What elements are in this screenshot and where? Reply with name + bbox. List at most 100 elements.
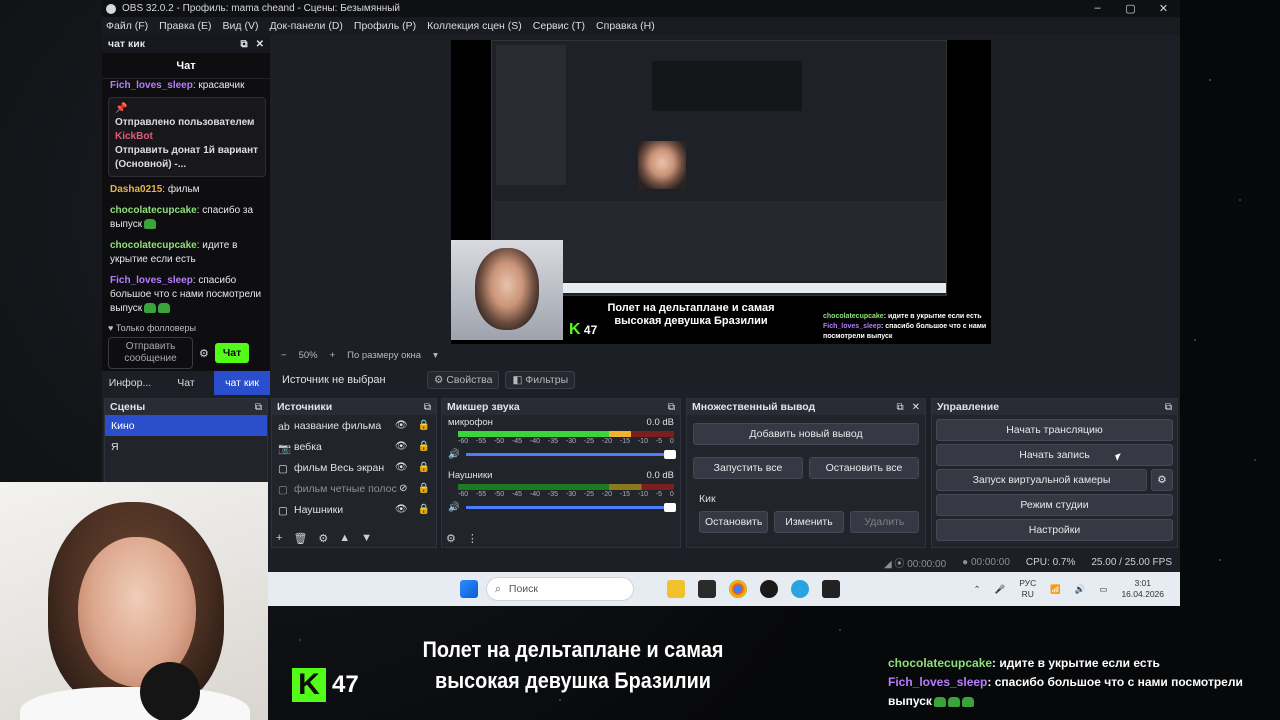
menu-view[interactable]: Вид (V) bbox=[223, 20, 259, 32]
menu-bar: Файл (F) Правка (E) Вид (V) Док-панели (… bbox=[102, 17, 1180, 35]
float-icon[interactable]: ⧉ bbox=[1165, 402, 1172, 413]
scene-item[interactable]: Я bbox=[105, 436, 267, 457]
delete-output-button[interactable]: Удалить bbox=[849, 511, 919, 533]
settings-gear-icon[interactable]: ⚙ bbox=[199, 347, 209, 360]
chrome-icon[interactable] bbox=[729, 580, 747, 598]
scene-item[interactable]: Кино bbox=[105, 415, 267, 436]
start-streaming-button[interactable]: Начать трансляцию bbox=[936, 419, 1173, 441]
more-icon[interactable]: ⋮ bbox=[467, 532, 478, 545]
lock-icon[interactable]: 🔒 bbox=[418, 462, 430, 473]
menu-docks[interactable]: Док-панели (D) bbox=[269, 20, 342, 32]
gear-icon[interactable]: ⚙ bbox=[318, 532, 328, 545]
move-down-icon[interactable]: ▼ bbox=[361, 532, 372, 545]
tab-kick-chat[interactable]: чат кик bbox=[214, 371, 270, 395]
minimize-button[interactable]: ‒ bbox=[1081, 2, 1114, 15]
lock-icon[interactable]: 🔒 bbox=[418, 504, 430, 515]
telegram-icon[interactable] bbox=[791, 580, 809, 598]
battery-icon[interactable]: ▭ bbox=[1099, 584, 1107, 595]
start-all-button[interactable]: Запустить все bbox=[693, 457, 803, 479]
obs-icon[interactable] bbox=[760, 580, 778, 598]
start-virtual-camera-button[interactable]: Запуск виртуальной камеры bbox=[936, 469, 1147, 491]
pinned-text: Отправить донат 1й вариант (Основной) -.… bbox=[115, 145, 259, 170]
chevron-up-icon[interactable]: ⌃ bbox=[973, 584, 980, 595]
float-icon[interactable]: ⧉ bbox=[668, 402, 675, 413]
send-chat-button[interactable]: Чат bbox=[214, 343, 250, 363]
no-source-label: Источник не выбран bbox=[282, 374, 386, 386]
tab-chat[interactable]: Чат bbox=[158, 371, 214, 395]
source-item[interactable]: ab название фильма 👁 🔒 bbox=[272, 415, 436, 436]
chevron-down-icon[interactable]: ▾ bbox=[433, 350, 438, 361]
tab-info[interactable]: Инфор... bbox=[102, 371, 158, 395]
source-toolbar: Источник не выбран ⚙ Свойства ◧ Фильтры bbox=[277, 370, 1180, 390]
dock-tabs: Инфор... Чат чат кик bbox=[102, 371, 270, 395]
windows-start-icon[interactable] bbox=[460, 580, 478, 598]
source-item[interactable]: ▢ фильм Весь экран 👁 🔒 bbox=[272, 457, 436, 478]
menu-tools[interactable]: Сервис (T) bbox=[533, 20, 585, 32]
trash-icon[interactable]: 🗑 bbox=[293, 532, 307, 545]
eye-icon[interactable]: 👁 bbox=[395, 441, 408, 452]
eye-icon[interactable]: 👁 bbox=[395, 420, 408, 431]
menu-edit[interactable]: Правка (E) bbox=[159, 20, 211, 32]
terminal-icon[interactable] bbox=[822, 580, 840, 598]
wifi-icon[interactable]: 📶 bbox=[1050, 584, 1061, 595]
add-output-button[interactable]: Добавить новый вывод bbox=[693, 423, 919, 445]
edit-output-button[interactable]: Изменить bbox=[774, 511, 844, 533]
studio-mode-button[interactable]: Режим студии bbox=[936, 494, 1173, 516]
settings-button[interactable]: Настройки bbox=[936, 519, 1173, 541]
kick-logo-icon: K bbox=[292, 668, 326, 702]
close-button[interactable]: ✕ bbox=[1147, 2, 1180, 15]
move-up-icon[interactable]: ▲ bbox=[339, 532, 350, 545]
sources-dock: Источники ⧉ ab название фильма 👁 🔒 📷 вебка 👁 🔒 … bbox=[271, 398, 437, 548]
volume-icon[interactable]: 🔊 bbox=[1075, 584, 1086, 595]
file-explorer-icon[interactable] bbox=[667, 580, 685, 598]
volume-slider[interactable]: 🔊 bbox=[448, 502, 676, 513]
menu-help[interactable]: Справка (H) bbox=[596, 20, 655, 32]
volume-slider[interactable]: 🔊 bbox=[448, 449, 676, 460]
eye-icon[interactable]: 👁 bbox=[395, 462, 408, 473]
app-icon[interactable] bbox=[698, 580, 716, 598]
lock-icon[interactable]: 🔒 bbox=[418, 441, 430, 452]
filters-button[interactable]: ◧ Фильтры bbox=[505, 371, 576, 389]
zoom-out-icon[interactable]: − bbox=[281, 350, 287, 361]
pepe-emote-icon bbox=[158, 303, 171, 314]
eye-icon[interactable]: 👁 bbox=[395, 504, 408, 515]
meter-scale: -60 -55 -50 -45 -40 -35 -30 -25 -20 -15 -10 -5 0 bbox=[458, 438, 674, 445]
nested-chat bbox=[496, 45, 566, 185]
zoom-in-icon[interactable]: + bbox=[330, 350, 336, 361]
pepe-emote-icon bbox=[947, 696, 960, 707]
stop-all-button[interactable]: Остановить все bbox=[809, 457, 919, 479]
start-recording-button[interactable]: Начать запись bbox=[936, 444, 1173, 466]
chat-message-input[interactable]: Отправить сообщение bbox=[108, 337, 193, 369]
pepe-emote-icon bbox=[144, 219, 157, 230]
microphone-icon[interactable]: 🎤 bbox=[995, 584, 1006, 595]
menu-profile[interactable]: Профиль (P) bbox=[354, 20, 416, 32]
clock[interactable]: 3:01 16.04.2026 bbox=[1121, 578, 1164, 600]
source-item[interactable]: ▢ фильм четные полос ⊘ 🔒 bbox=[272, 478, 436, 499]
add-icon[interactable]: + bbox=[276, 532, 282, 545]
lock-icon[interactable]: 🔒 bbox=[418, 420, 430, 431]
menu-file[interactable]: Файл (F) bbox=[106, 20, 148, 32]
chat-message: Fich_loves_sleep: красавчик bbox=[110, 80, 245, 91]
language-indicator[interactable]: РУС RU bbox=[1019, 578, 1036, 600]
preview-canvas[interactable]: K 47 Полет на дельтаплане и самая высока… bbox=[451, 40, 991, 344]
virtual-camera-settings-gear-icon[interactable]: ⚙ bbox=[1151, 469, 1173, 491]
menu-scene-collection[interactable]: Коллекция сцен (S) bbox=[427, 20, 522, 32]
float-icon[interactable]: ⧉ bbox=[255, 402, 262, 413]
stop-output-button[interactable]: Остановить bbox=[699, 511, 769, 533]
pinned-message[interactable]: 📌 Отправлено пользователем KickBot Отпра… bbox=[108, 97, 266, 177]
close-icon[interactable]: ✕ bbox=[256, 39, 264, 50]
close-icon[interactable]: ✕ bbox=[912, 402, 920, 413]
float-icon[interactable]: ⧉ bbox=[424, 402, 431, 413]
float-icon[interactable]: ⧉ bbox=[896, 402, 903, 413]
properties-button[interactable]: ⚙ Свойства bbox=[427, 371, 500, 389]
float-icon[interactable]: ⧉ bbox=[240, 39, 247, 50]
maximize-button[interactable]: ▢ bbox=[1114, 2, 1147, 15]
source-item[interactable]: 📷 вебка 👁 🔒 bbox=[272, 436, 436, 457]
taskbar-search[interactable]: ⌕ Поиск bbox=[486, 577, 634, 601]
source-item[interactable]: ▢ Наушники 👁 🔒 bbox=[272, 499, 436, 520]
eye-hidden-icon[interactable]: ⊘ bbox=[399, 483, 407, 494]
webcam-feed bbox=[0, 482, 268, 720]
fit-select[interactable]: По размеру окна bbox=[347, 350, 421, 361]
link-icon[interactable]: ⚙ bbox=[446, 532, 456, 545]
lock-icon[interactable]: 🔒 bbox=[418, 483, 430, 494]
